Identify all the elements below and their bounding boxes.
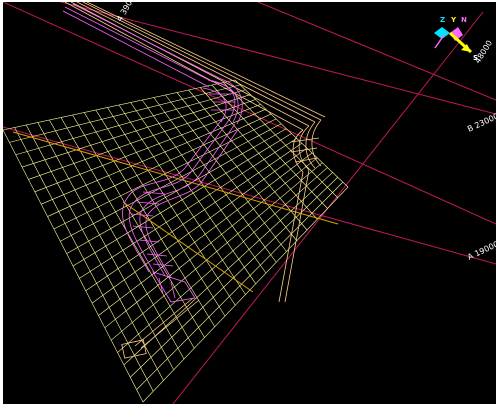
ucs-axis-icon[interactable]: Z Y N S [434,16,478,62]
axis-label-z: Z [440,16,445,24]
grid-label-a: A 19000 [466,240,496,262]
grid-labels: 4 39000 48000 B 23000 A 19000 [115,2,496,262]
magenta-duct [62,3,222,88]
grid-col-line [49,119,185,360]
cad-window: 4 39000 48000 B 23000 A 19000 Z Y N S [0,0,500,408]
grid-col-line [165,94,287,252]
lower-duct [121,297,200,359]
elbow-right [278,119,322,303]
grid-col-line [14,127,154,392]
grid-col-line [188,89,308,231]
grid-label-b: B 23000 [466,112,496,134]
model-drawing[interactable]: 4 39000 48000 B 23000 A 19000 Z Y N S [3,2,496,404]
ref-line-a [3,126,496,265]
grid-label-top: 4 39000 [115,2,139,23]
axis-label-s: S [473,54,478,62]
axis-label-n: N [461,16,467,24]
ref-line-b [3,2,496,225]
3d-model-viewport[interactable]: 4 39000 48000 B 23000 A 19000 Z Y N S [3,2,496,404]
axis-label-y: Y [450,16,457,24]
